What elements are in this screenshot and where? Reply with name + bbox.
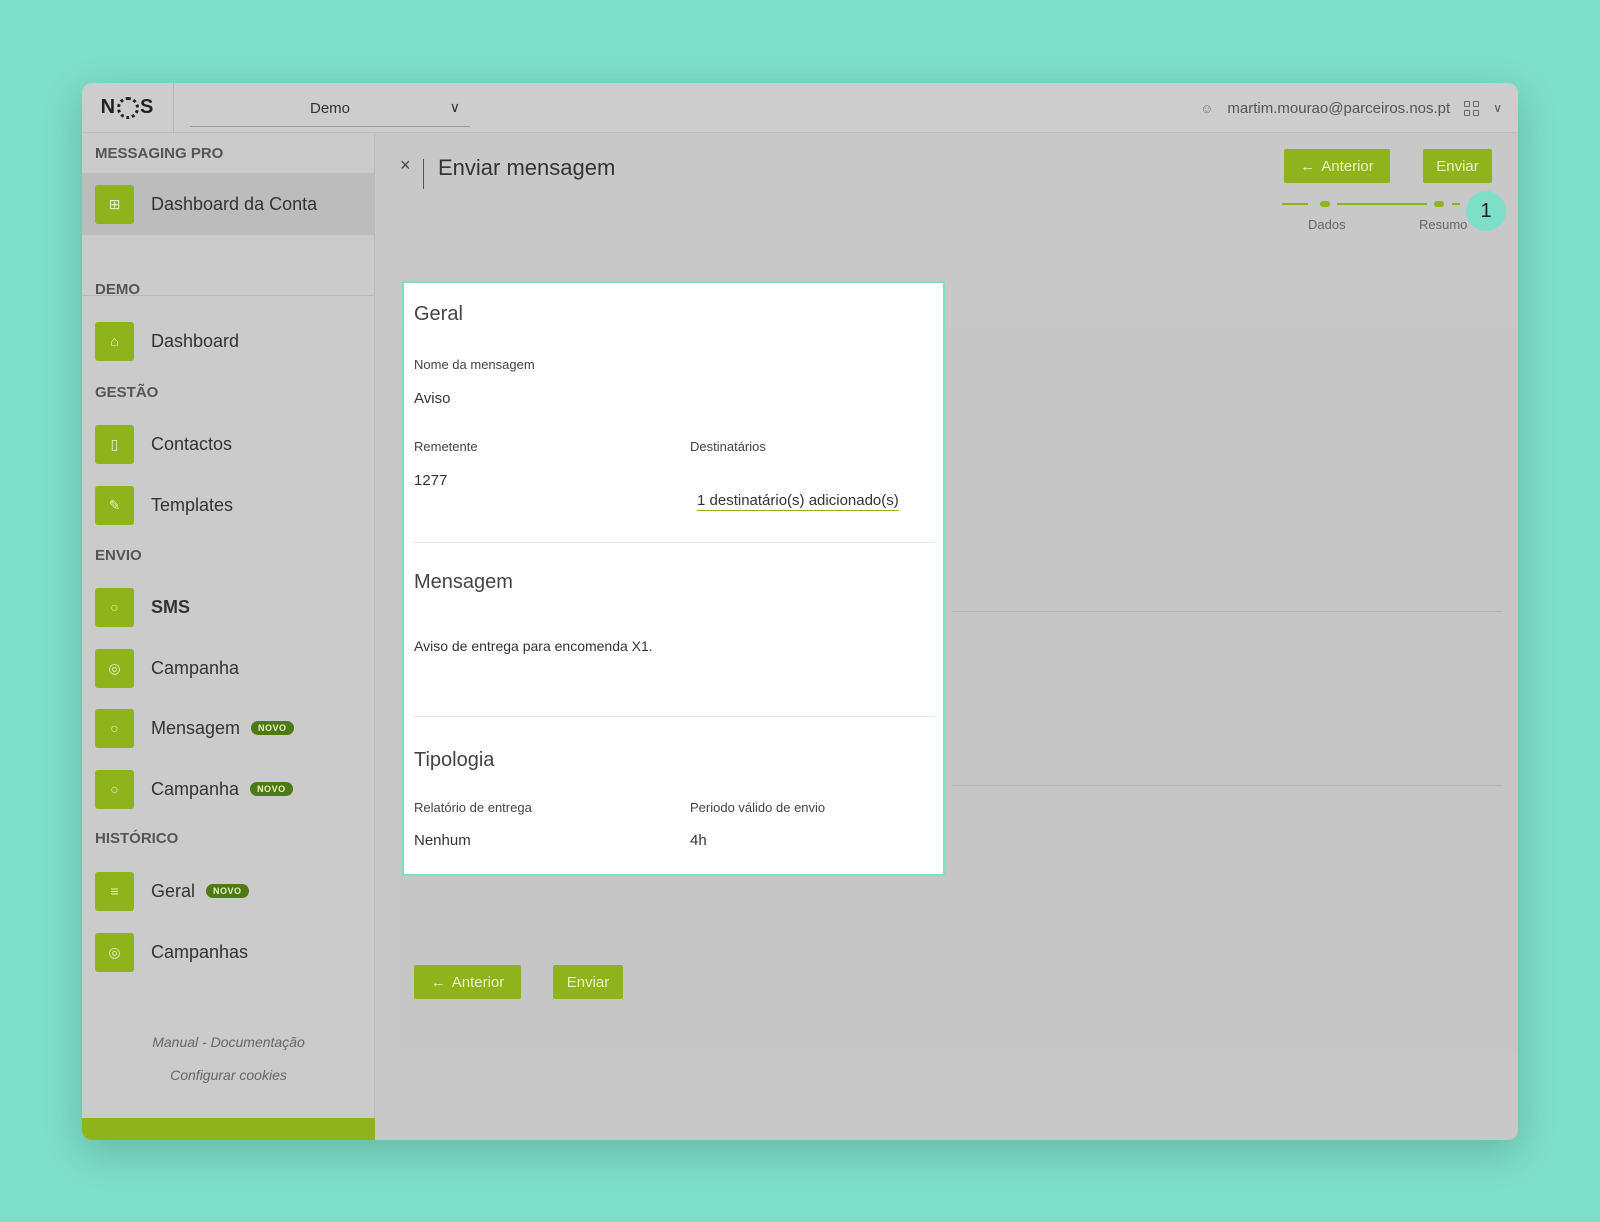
chat-icon: ○ xyxy=(95,769,134,809)
sidebar-item-dashboard-da-conta[interactable]: ⊞ Dashboard da Conta xyxy=(82,173,375,235)
sidebar: MESSAGING PRO ⊞ Dashboard da Conta DEMO … xyxy=(82,133,375,1140)
database-icon: ≡ xyxy=(95,871,134,911)
section-title-mensagem: Mensagem xyxy=(414,571,513,593)
relatorio-label: Relatório de entrega xyxy=(414,800,532,815)
nos-logo[interactable]: NS xyxy=(82,83,174,133)
chat-icon: ○ xyxy=(95,587,134,627)
page-title: Enviar mensagem xyxy=(438,155,616,180)
sidebar-item-contactos[interactable]: ▯ Contactos xyxy=(95,424,232,464)
enviar-button[interactable]: Enviar xyxy=(553,965,623,999)
title-separator xyxy=(423,159,424,189)
novo-badge: NOVO xyxy=(250,782,293,796)
logo-ring-icon xyxy=(117,96,140,119)
chat-multi-icon: ◎ xyxy=(95,648,134,688)
cookies-link[interactable]: Configurar cookies xyxy=(82,1067,375,1083)
nome-label: Nome da mensagem xyxy=(414,357,535,372)
chat-multi-icon: ◎ xyxy=(95,932,134,972)
account-select-value: Demo xyxy=(309,100,350,117)
summary-card: Geral Nome da mensagem Aviso Remetente 1… xyxy=(402,281,945,876)
nome-value: Aviso xyxy=(414,390,451,407)
sidebar-collapse-bar[interactable] xyxy=(82,1118,375,1140)
sidebar-item-campanha[interactable]: ◎ Campanha xyxy=(95,648,239,688)
section-envio: ENVIO xyxy=(95,547,142,564)
close-icon[interactable]: × xyxy=(400,155,411,176)
periodo-value: 4h xyxy=(690,832,707,849)
step-dot-dados xyxy=(1320,201,1330,207)
top-bar: NS Demo ∨ ☺ martim.mourao@parceiros.nos.… xyxy=(82,83,1518,133)
remetente-label: Remetente xyxy=(414,439,478,454)
sidebar-item-templates[interactable]: ✎ Templates xyxy=(95,485,233,525)
arrow-left-icon: ← xyxy=(430,973,446,991)
periodo-label: Periodo válido de envio xyxy=(690,800,826,815)
section-title-tipologia: Tipologia xyxy=(414,749,495,771)
sidebar-item-campanhas[interactable]: ◎ Campanhas xyxy=(95,932,248,972)
chat-icon: ○ xyxy=(95,708,134,748)
section-gestao: GESTÃO xyxy=(95,384,159,401)
sidebar-item-dashboard[interactable]: ⌂ Dashboard xyxy=(95,321,239,361)
chevron-down-icon[interactable]: ∨ xyxy=(1493,101,1502,115)
chevron-down-icon: ∨ xyxy=(449,99,460,115)
anterior-button-top[interactable]: ← Anterior xyxy=(1284,149,1390,183)
sidebar-item-campanha-novo[interactable]: ○ Campanha NOVO xyxy=(95,769,293,809)
section-title-geral: Geral xyxy=(414,303,463,325)
section-historico: HISTÓRICO xyxy=(95,830,179,847)
message-text: Aviso de entrega para encomenda X1. xyxy=(414,638,653,654)
grid-icon: ⊞ xyxy=(95,184,134,224)
account-select[interactable]: Demo ∨ xyxy=(190,91,470,127)
novo-badge: NOVO xyxy=(206,884,249,898)
sidebar-item-mensagem[interactable]: ○ Mensagem NOVO xyxy=(95,708,294,748)
user-icon: ☺ xyxy=(1200,100,1214,116)
step-dot-resumo xyxy=(1434,201,1444,207)
anterior-button[interactable]: ← Anterior xyxy=(414,965,521,999)
edit-icon: ✎ xyxy=(95,485,134,525)
destinatarios-link[interactable]: 1 destinatário(s) adicionado(s) xyxy=(697,492,899,511)
home-icon: ⌂ xyxy=(95,321,134,361)
remetente-value: 1277 xyxy=(414,472,448,489)
section-demo: DEMO xyxy=(95,281,140,298)
destinatarios-label: Destinatários xyxy=(690,439,766,454)
enviar-button-top[interactable]: Enviar xyxy=(1423,149,1492,183)
product-title: MESSAGING PRO xyxy=(95,145,224,162)
phone-icon: ▯ xyxy=(95,424,134,464)
sidebar-item-geral[interactable]: ≡ Geral NOVO xyxy=(95,871,249,911)
step-label-dados[interactable]: Dados xyxy=(1308,217,1346,232)
step-label-resumo[interactable]: Resumo xyxy=(1419,217,1467,232)
user-area: ☺ martim.mourao@parceiros.nos.pt ∨ xyxy=(1200,83,1502,133)
sidebar-item-sms[interactable]: ○ SMS xyxy=(95,587,190,627)
arrow-left-icon: ← xyxy=(1300,157,1316,175)
novo-badge: NOVO xyxy=(251,721,294,735)
apps-grid-icon[interactable] xyxy=(1464,100,1480,116)
relatorio-value: Nenhum xyxy=(414,832,471,849)
manual-link[interactable]: Manual - Documentação xyxy=(82,1034,375,1050)
user-email[interactable]: martim.mourao@parceiros.nos.pt xyxy=(1227,100,1450,117)
step-badge: 1 xyxy=(1466,191,1506,231)
